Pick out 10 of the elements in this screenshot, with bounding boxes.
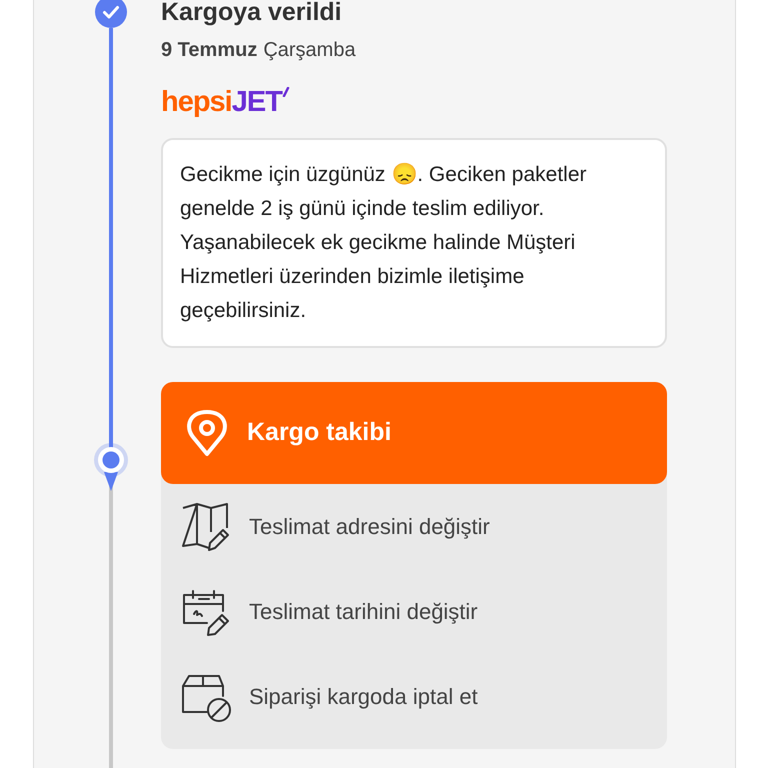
delay-message: Gecikme için üzgünüz 😞. Geciken paketler genelde 2 iş günü içinde teslim ediliyor. Yaşanabilecek ek gecikme halinde Müşteri Hizmetleri üzerinden bizimle iletişime geçebilirsiniz.: [180, 162, 588, 324]
status-weekday: Çarşamba: [263, 38, 356, 63]
action-option[interactable]: Teslimat tarihini değiştir: [161, 569, 667, 654]
action-option[interactable]: Siparişi kargoda iptal et: [161, 654, 667, 739]
carrier-logo: hepsiJET: [161, 81, 290, 121]
status-date: 9 Temmuz: [161, 38, 258, 63]
location-pin-icon: [185, 409, 229, 457]
map-pencil-icon: [181, 502, 231, 552]
status-title: Kargoya verildi: [161, 0, 343, 25]
action-option[interactable]: Teslimat adresini değiştir: [161, 484, 667, 569]
